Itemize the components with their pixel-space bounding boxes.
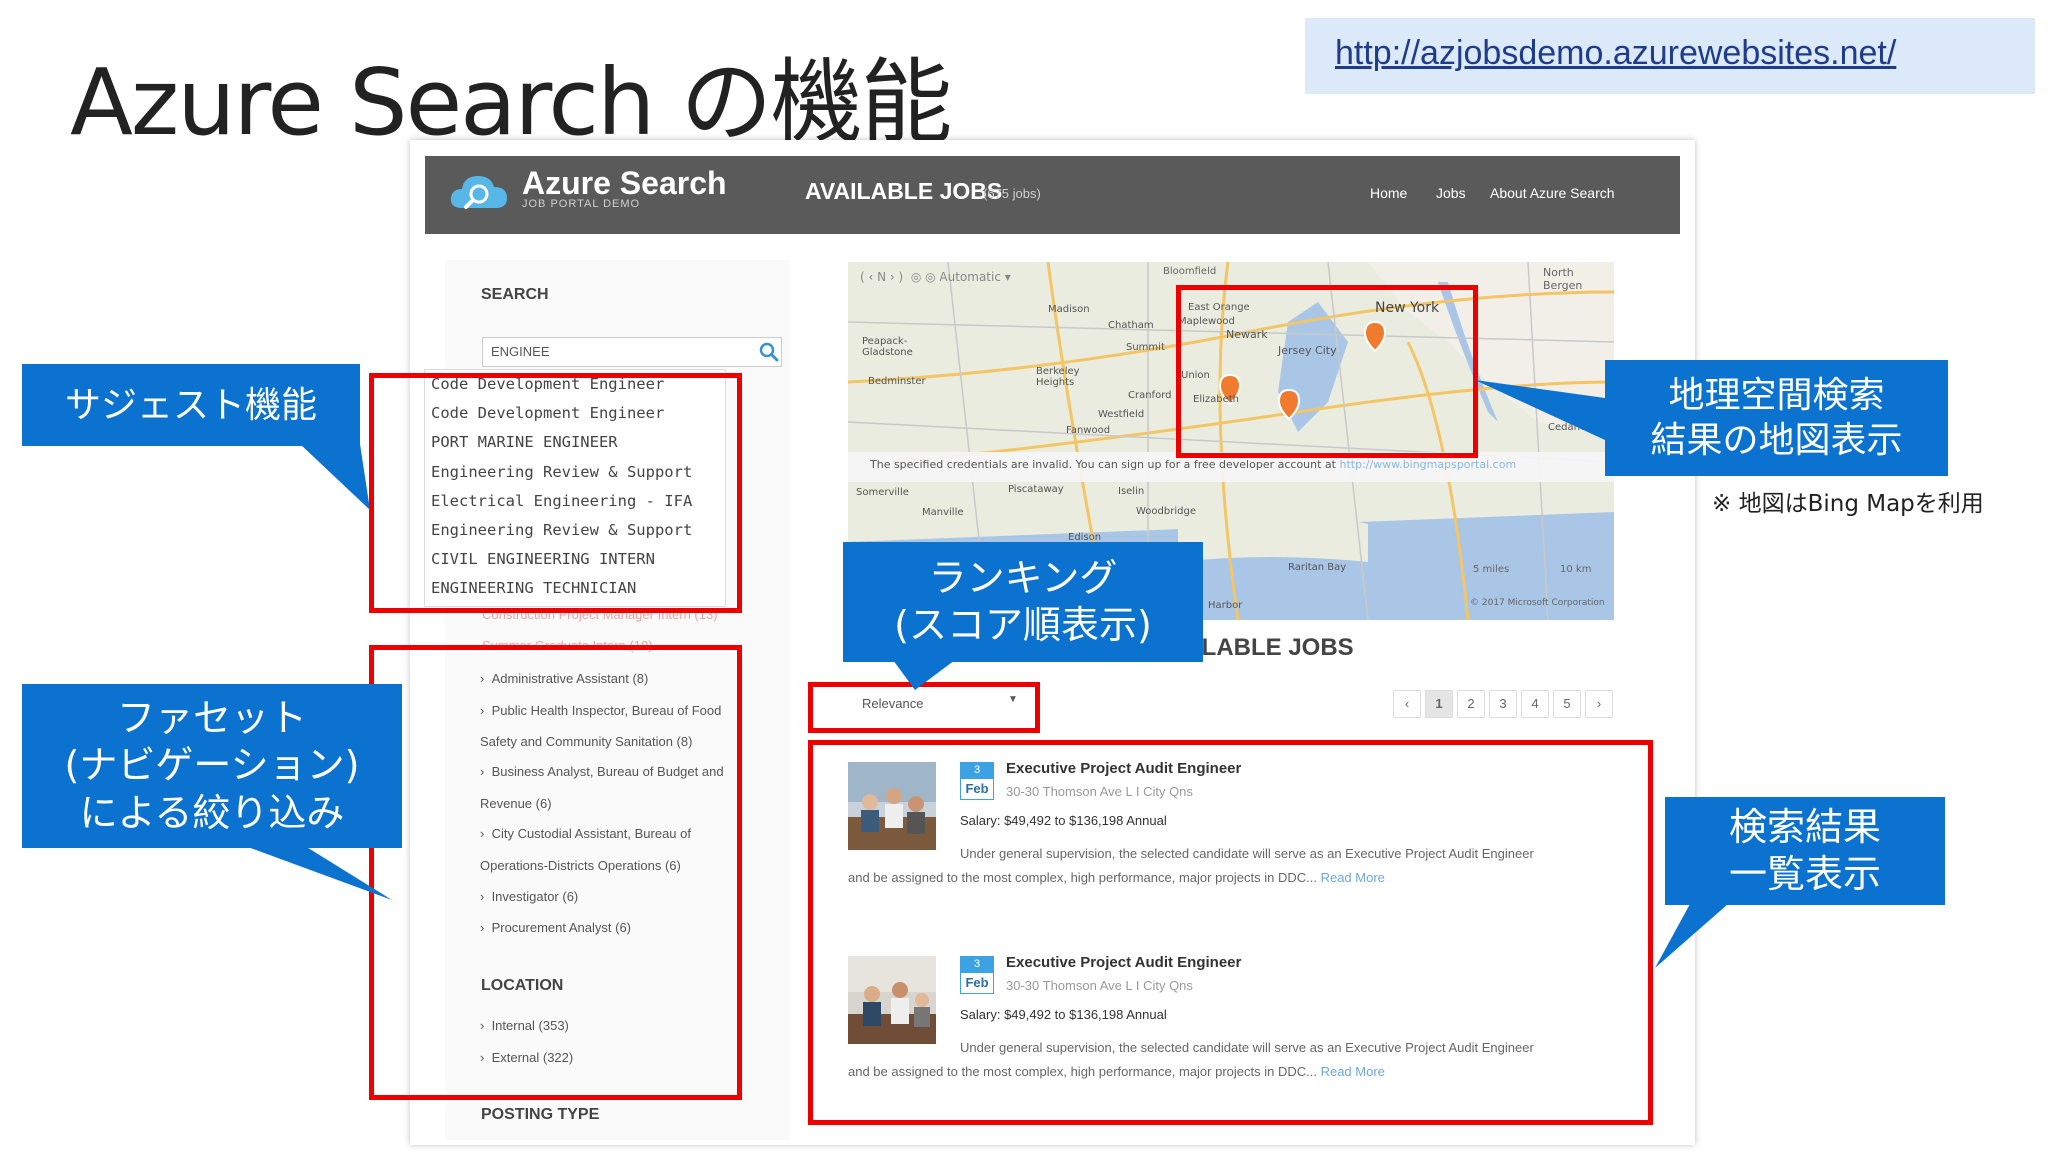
callout-text: (ナビゲーション): [64, 743, 360, 788]
callout-facet: ファセット (ナビゲーション) による絞り込み: [22, 684, 402, 848]
callout-text: サジェスト機能: [64, 384, 317, 426]
callout-text: ファセット: [116, 695, 307, 740]
callout-text: 地理空間検索: [1668, 375, 1885, 416]
callout-text: による絞り込み: [79, 790, 345, 835]
callout-results: 検索結果 一覧表示: [1665, 797, 1945, 905]
callout-text: 検索結果: [1728, 804, 1881, 849]
callout-text: 一覧表示: [1728, 852, 1881, 896]
callout-suggest: サジェスト機能: [22, 364, 360, 446]
callout-text: 結果の地図表示: [1650, 420, 1903, 461]
map-note: ※ 地図はBing Mapを利用: [1712, 491, 1984, 517]
callout-text: ランキング: [928, 555, 1118, 600]
callout-ranking: ランキング (スコア順表示): [843, 542, 1203, 662]
callout-geo: 地理空間検索 結果の地図表示: [1605, 360, 1948, 476]
callout-text: (スコア順表示): [894, 603, 1152, 647]
